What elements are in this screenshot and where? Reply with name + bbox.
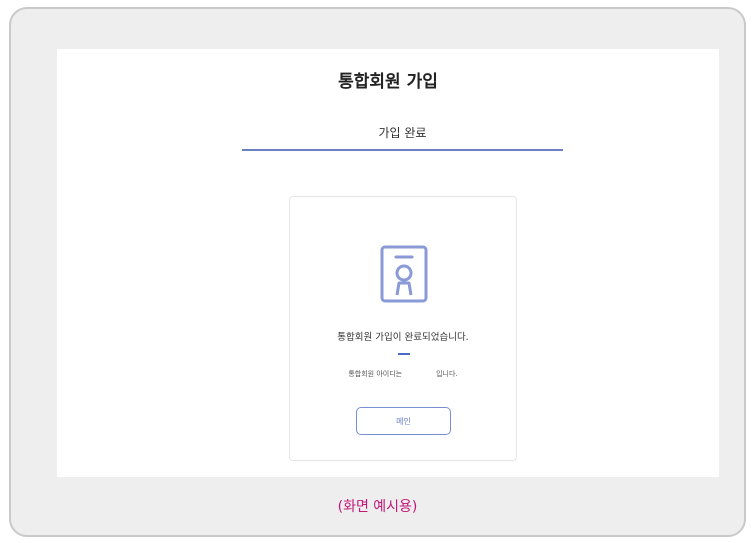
example-caption: (화면 예시용): [337, 499, 418, 515]
page-title: 통합회원 가입: [338, 72, 438, 92]
screen-area: 통합회원 가입 가입 완료 통합회원 가입이 완료되었습니다. 통합회원 아이디…: [57, 49, 719, 477]
member-id-prefix: 통합회원 아이디는: [348, 370, 403, 378]
completion-card: 통합회원 가입이 완료되었습니다. 통합회원 아이디는 입니다. 메인: [289, 196, 517, 461]
divider-dash: [398, 353, 410, 355]
device-frame: 통합회원 가입 가입 완료 통합회원 가입이 완료되었습니다. 통합회원 아이디…: [9, 7, 746, 537]
step-indicator-complete: 가입 완료: [242, 124, 563, 151]
completion-message: 통합회원 가입이 완료되었습니다.: [337, 332, 469, 343]
main-button[interactable]: 메인: [356, 407, 451, 435]
id-card-icon: [380, 245, 428, 303]
member-id-line: 통합회원 아이디는 입니다.: [290, 369, 516, 379]
member-id-suffix: 입니다.: [436, 370, 458, 378]
